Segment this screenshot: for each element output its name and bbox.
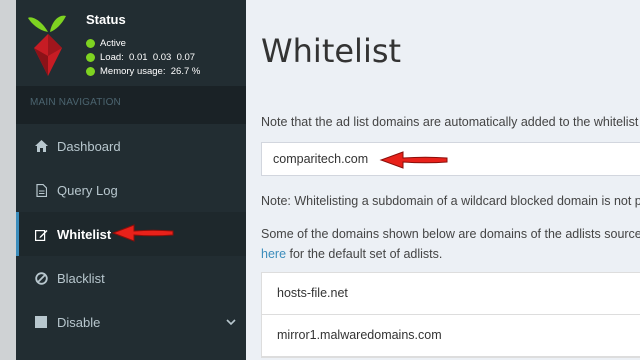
- domain-input[interactable]: [261, 142, 640, 176]
- window-gutter: [0, 0, 16, 360]
- status-dot-icon: [86, 67, 95, 76]
- pi-hole-logo: [28, 15, 66, 76]
- annotation-arrow-icon: [379, 151, 448, 169]
- annotation-arrow-icon: [111, 224, 174, 242]
- status-active: Active: [86, 38, 126, 49]
- list-item[interactable]: hosts-file.net: [262, 273, 640, 315]
- sidebar-item-query-log[interactable]: Query Log: [16, 168, 246, 212]
- page-title: Whitelist: [261, 32, 402, 70]
- status-dot-icon: [86, 39, 95, 48]
- nav-header: MAIN NAVIGATION: [16, 86, 246, 124]
- status-load-label: Load: 0.01 0.03 0.07: [100, 52, 196, 63]
- file-icon: [34, 183, 48, 197]
- adlists-here-link[interactable]: here: [261, 247, 286, 261]
- sidebar-item-label: Blacklist: [57, 270, 105, 286]
- edit-icon: [34, 227, 48, 241]
- note-wildcard: Note: Whitelisting a subdomain of a wild…: [261, 194, 640, 208]
- sidebar-item-label: Query Log: [57, 182, 118, 198]
- main-content: Whitelist Note that the ad list domains …: [246, 0, 640, 360]
- domain-list: hosts-file.net mirror1.malwaredomains.co…: [261, 272, 640, 358]
- note-adlists: Some of the domains shown below are doma…: [261, 224, 640, 264]
- list-item[interactable]: mirror1.malwaredomains.com: [262, 315, 640, 357]
- stop-icon: [34, 315, 48, 329]
- sidebar-item-blacklist[interactable]: Blacklist: [16, 256, 246, 300]
- status-memory: Memory usage: 26.7 %: [86, 66, 200, 77]
- note-adlists-line2: for the default set of adlists.: [286, 247, 443, 261]
- sidebar-item-dashboard[interactable]: Dashboard: [16, 124, 246, 168]
- status-panel: Status Active Load: 0.01 0.03 0.07 Memor…: [16, 0, 246, 86]
- status-active-label: Active: [100, 38, 126, 49]
- sidebar-item-label: Whitelist: [57, 226, 112, 242]
- home-icon: [34, 139, 48, 153]
- status-load: Load: 0.01 0.03 0.07: [86, 52, 195, 63]
- sidebar-item-label: Dashboard: [57, 138, 121, 154]
- status-dot-icon: [86, 53, 95, 62]
- ban-icon: [34, 271, 48, 285]
- status-memory-label: Memory usage: 26.7 %: [100, 66, 201, 77]
- sidebar-item-disable[interactable]: Disable: [16, 300, 246, 344]
- note-auto-added: Note that the ad list domains are automa…: [261, 115, 639, 129]
- chevron-down-icon: [226, 314, 236, 329]
- note-adlists-line2-wrap: here for the default set of adlists.: [261, 244, 640, 264]
- sidebar: Status Active Load: 0.01 0.03 0.07 Memor…: [16, 0, 246, 360]
- sidebar-item-label: Disable: [57, 314, 101, 330]
- note-adlists-line1: Some of the domains shown below are doma…: [261, 227, 640, 241]
- status-title: Status: [86, 12, 126, 27]
